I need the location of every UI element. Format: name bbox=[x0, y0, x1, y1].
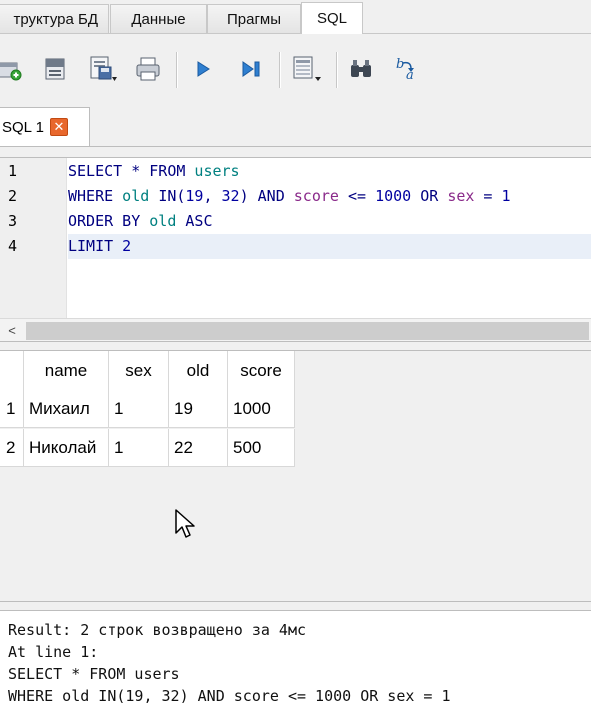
code-token: SELECT bbox=[68, 162, 123, 180]
find-icon bbox=[351, 60, 371, 77]
find-replace-icon: b a bbox=[396, 57, 414, 83]
code-token: * bbox=[122, 162, 150, 180]
save-results-icon bbox=[293, 56, 321, 81]
tab-sql-1-label: SQL 1 bbox=[2, 118, 44, 136]
print-icon bbox=[136, 57, 160, 81]
open-tab-button[interactable] bbox=[0, 54, 24, 84]
table-cell[interactable]: 19 bbox=[169, 390, 228, 428]
code-token: ) bbox=[239, 187, 258, 205]
horizontal-scrollbar[interactable]: < bbox=[0, 318, 591, 341]
tab-sql[interactable]: SQL bbox=[301, 2, 363, 34]
code-line[interactable]: WHERE old IN(19, 32) AND score <= 1000 O… bbox=[68, 184, 591, 209]
row-header[interactable]: 1 bbox=[0, 390, 24, 428]
close-icon[interactable]: ✕ bbox=[49, 118, 68, 136]
code-token: AND bbox=[257, 187, 285, 205]
tab-pragmas[interactable]: Прагмы bbox=[207, 4, 301, 33]
save-sql-button[interactable] bbox=[88, 54, 118, 84]
code-token: <= bbox=[338, 187, 376, 205]
tab-data[interactable]: Данные bbox=[110, 4, 207, 33]
code-line[interactable]: SELECT * FROM users bbox=[68, 159, 591, 184]
code-token: , bbox=[203, 187, 222, 205]
code-token: ASC bbox=[185, 212, 213, 230]
line-number: 2 bbox=[8, 187, 18, 205]
log-line: WHERE old IN(19, 32) AND score <= 1000 O… bbox=[8, 687, 451, 705]
code-token: IN bbox=[158, 187, 177, 205]
save-results-button[interactable] bbox=[291, 54, 321, 84]
code-token: ORDER BY bbox=[68, 212, 141, 230]
table-cell[interactable]: 500 bbox=[228, 429, 295, 467]
toolbar-separator bbox=[176, 52, 178, 88]
scrollbar-thumb[interactable] bbox=[26, 322, 589, 340]
column-header[interactable]: score bbox=[228, 351, 295, 392]
toolbar-separator bbox=[279, 52, 281, 88]
execute-all-icon bbox=[197, 61, 210, 77]
execution-log: Result: 2 строк возвращено за 4мс At lin… bbox=[0, 610, 591, 712]
find-button[interactable] bbox=[346, 54, 376, 84]
toolbar-separator bbox=[336, 52, 338, 88]
code-token: sex bbox=[447, 187, 475, 205]
save-sql-file-icon bbox=[90, 56, 117, 81]
execute-all-button[interactable] bbox=[188, 54, 218, 84]
tab-sql-1[interactable]: SQL 1 ✕ bbox=[0, 107, 90, 146]
code-token: WHERE bbox=[68, 187, 114, 205]
code-line[interactable]: LIMIT 2 bbox=[68, 234, 591, 259]
editor-tab-bar: SQL 1 ✕ bbox=[0, 104, 591, 147]
sql-editor[interactable]: 1234 SELECT * FROM users WHERE old IN(19,… bbox=[0, 157, 591, 342]
code-token: 1000 bbox=[375, 187, 412, 205]
code-line[interactable]: ORDER BY old ASC bbox=[68, 209, 591, 234]
code-token: 19 bbox=[185, 187, 204, 205]
code-token: 1 bbox=[501, 187, 511, 205]
tab-data-label: Данные bbox=[131, 10, 186, 28]
tab-db-structure-label: труктура БД bbox=[13, 10, 99, 28]
results-grid-panel: name sex old score 1 Михаил 1 19 1000 2 Николай 1 22… bbox=[0, 350, 591, 602]
code-token: LIMIT bbox=[68, 237, 114, 255]
find-replace-button[interactable]: b a bbox=[392, 54, 422, 84]
print-button[interactable] bbox=[133, 54, 163, 84]
tab-sql-label: SQL bbox=[316, 10, 347, 27]
code-token: OR bbox=[411, 187, 448, 205]
execute-line-button[interactable] bbox=[236, 54, 266, 84]
column-header[interactable]: sex bbox=[109, 351, 169, 392]
tab-db-structure[interactable]: труктура БД bbox=[0, 4, 109, 33]
tab-pragmas-label: Прагмы bbox=[226, 10, 282, 28]
code-token: users bbox=[185, 162, 240, 180]
table-cell[interactable]: 1 bbox=[109, 429, 169, 467]
line-number: 4 bbox=[8, 237, 18, 255]
line-number: 1 bbox=[8, 162, 18, 180]
code-token: 2 bbox=[113, 237, 132, 255]
code-token: FROM bbox=[149, 162, 186, 180]
open-sql-button[interactable] bbox=[40, 54, 70, 84]
code-token: 32 bbox=[221, 187, 240, 205]
code-token: old bbox=[113, 187, 159, 205]
execute-current-line-icon bbox=[242, 61, 260, 77]
code-token: = bbox=[474, 187, 502, 205]
row-header[interactable]: 2 bbox=[0, 429, 24, 467]
log-line: At line 1: bbox=[8, 643, 99, 661]
line-number: 3 bbox=[8, 212, 18, 230]
table-cell[interactable]: 1000 bbox=[228, 390, 295, 428]
main-tab-bar: труктура БД Данные Прагмы SQL bbox=[0, 0, 591, 34]
table-cell[interactable]: Михаил bbox=[24, 390, 109, 428]
code-token: old bbox=[140, 212, 186, 230]
log-line: Result: 2 строк возвращено за 4мс bbox=[8, 621, 307, 639]
scroll-left-arrow-icon[interactable]: < bbox=[4, 322, 20, 340]
table-cell[interactable]: 22 bbox=[169, 429, 228, 467]
sql-toolbar: b a bbox=[0, 34, 591, 104]
svg-text:b: b bbox=[396, 57, 404, 72]
table-cell[interactable]: Николай bbox=[24, 429, 109, 467]
column-header[interactable]: name bbox=[24, 351, 109, 392]
table-cell[interactable]: 1 bbox=[109, 390, 169, 428]
code-token: score bbox=[284, 187, 339, 205]
corner-header[interactable] bbox=[0, 351, 24, 392]
log-line: SELECT * FROM users bbox=[8, 665, 180, 683]
column-header[interactable]: old bbox=[169, 351, 228, 392]
open-tab-icon bbox=[0, 62, 22, 81]
open-sql-file-icon bbox=[45, 58, 65, 80]
mouse-pointer-icon bbox=[175, 509, 195, 538]
